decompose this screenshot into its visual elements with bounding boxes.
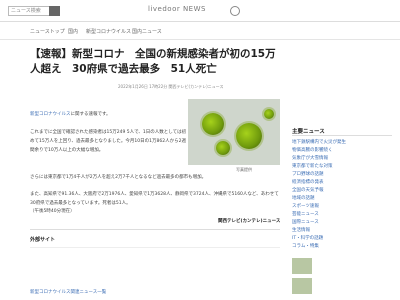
nav-item-top[interactable]: ニューストップ	[30, 28, 65, 35]
search-icon[interactable]	[49, 6, 60, 16]
sidebar-item[interactable]: 気象庁が大雪情報	[292, 156, 392, 162]
sidebar-item[interactable]: 経済指標の発表	[292, 180, 392, 186]
lead-text: に関する速報です。	[70, 112, 111, 117]
logo-mark-icon	[230, 6, 240, 16]
sidebar-item[interactable]: 芸能ニュース	[292, 212, 392, 218]
source-credit[interactable]: 関西テレビ(カンテレ)ニュース	[218, 218, 280, 224]
lead-paragraph: 新型コロナウイルスに関する速報です。	[30, 110, 188, 119]
sidebar-item[interactable]: 国際ニュース	[292, 220, 392, 226]
virus-image-2	[236, 123, 262, 149]
sidebar-item[interactable]: 生活情報	[292, 228, 392, 234]
virus-image-4	[264, 109, 274, 119]
paragraph-4: （午後5時40分現在）	[30, 209, 75, 214]
site-logo[interactable]: livedoor NEWS	[148, 5, 206, 13]
sidebar-item[interactable]: 物価高騰の影響続く	[292, 148, 392, 154]
nav-item-domestic-news[interactable]: 国内ニュース	[132, 28, 162, 35]
divider	[30, 229, 280, 230]
sidebar-item[interactable]: 地域の話題	[292, 196, 392, 202]
virus-image-1	[202, 113, 224, 135]
related-title: 外部サイト	[30, 237, 56, 243]
virus-image-3	[216, 141, 230, 155]
breadcrumb: ニューストップ 国内 新型コロナウイルス 国内ニュース	[0, 22, 400, 40]
lead-link[interactable]: 新型コロナウイルス	[30, 112, 71, 117]
paragraph-3: また、高知県で91.36人、大阪府で2万1976人、愛知県で1万3628人、静岡…	[30, 192, 279, 206]
paragraph-2: さらには東京都で1万4千人が2万人を超え2万7千人となるなど過去最多の都市も増加…	[30, 175, 207, 180]
sidebar-thumbnail[interactable]	[292, 278, 312, 294]
sidebar-item[interactable]: 地下鉄駅構内で火災が発生	[292, 140, 392, 146]
sidebar-divider	[292, 135, 392, 136]
sidebar-item[interactable]: プロ野球の話題	[292, 172, 392, 178]
top-bar: ニュース検索 livedoor NEWS	[0, 0, 400, 22]
sidebar-item[interactable]: 全国の天気予報	[292, 188, 392, 194]
sidebar-item[interactable]: IT・科学の話題	[292, 236, 392, 242]
nav-item-covid[interactable]: 新型コロナウイルス	[86, 28, 131, 35]
nav-item-domestic[interactable]: 国内	[68, 28, 78, 35]
article-meta: 2022年1月26日 17時22分 関西テレビ(カンテレ)ニュース	[118, 84, 224, 89]
related-link[interactable]: 新型コロナウイルス関連ニュース一覧	[30, 289, 106, 295]
sidebar-title: 主要ニュース	[292, 129, 325, 135]
sidebar-item[interactable]: スポーツ速報	[292, 204, 392, 210]
article-photo[interactable]	[188, 99, 280, 165]
sidebar-item[interactable]: コラム・特集	[292, 244, 392, 250]
sidebar-item[interactable]: 東京都で新たな対策	[292, 164, 392, 170]
sidebar-thumbnail[interactable]	[292, 258, 312, 274]
paragraph-1: これまでに全国で確認された感染者は15万249 5人で、1日の人数としては初めて…	[30, 130, 187, 153]
related-divider	[30, 247, 280, 248]
page-title: 【速報】新型コロナ 全国の新規感染者が初の15万人超え 30府県で過去最多 51…	[30, 48, 276, 75]
photo-caption: 写真提供	[236, 167, 252, 172]
